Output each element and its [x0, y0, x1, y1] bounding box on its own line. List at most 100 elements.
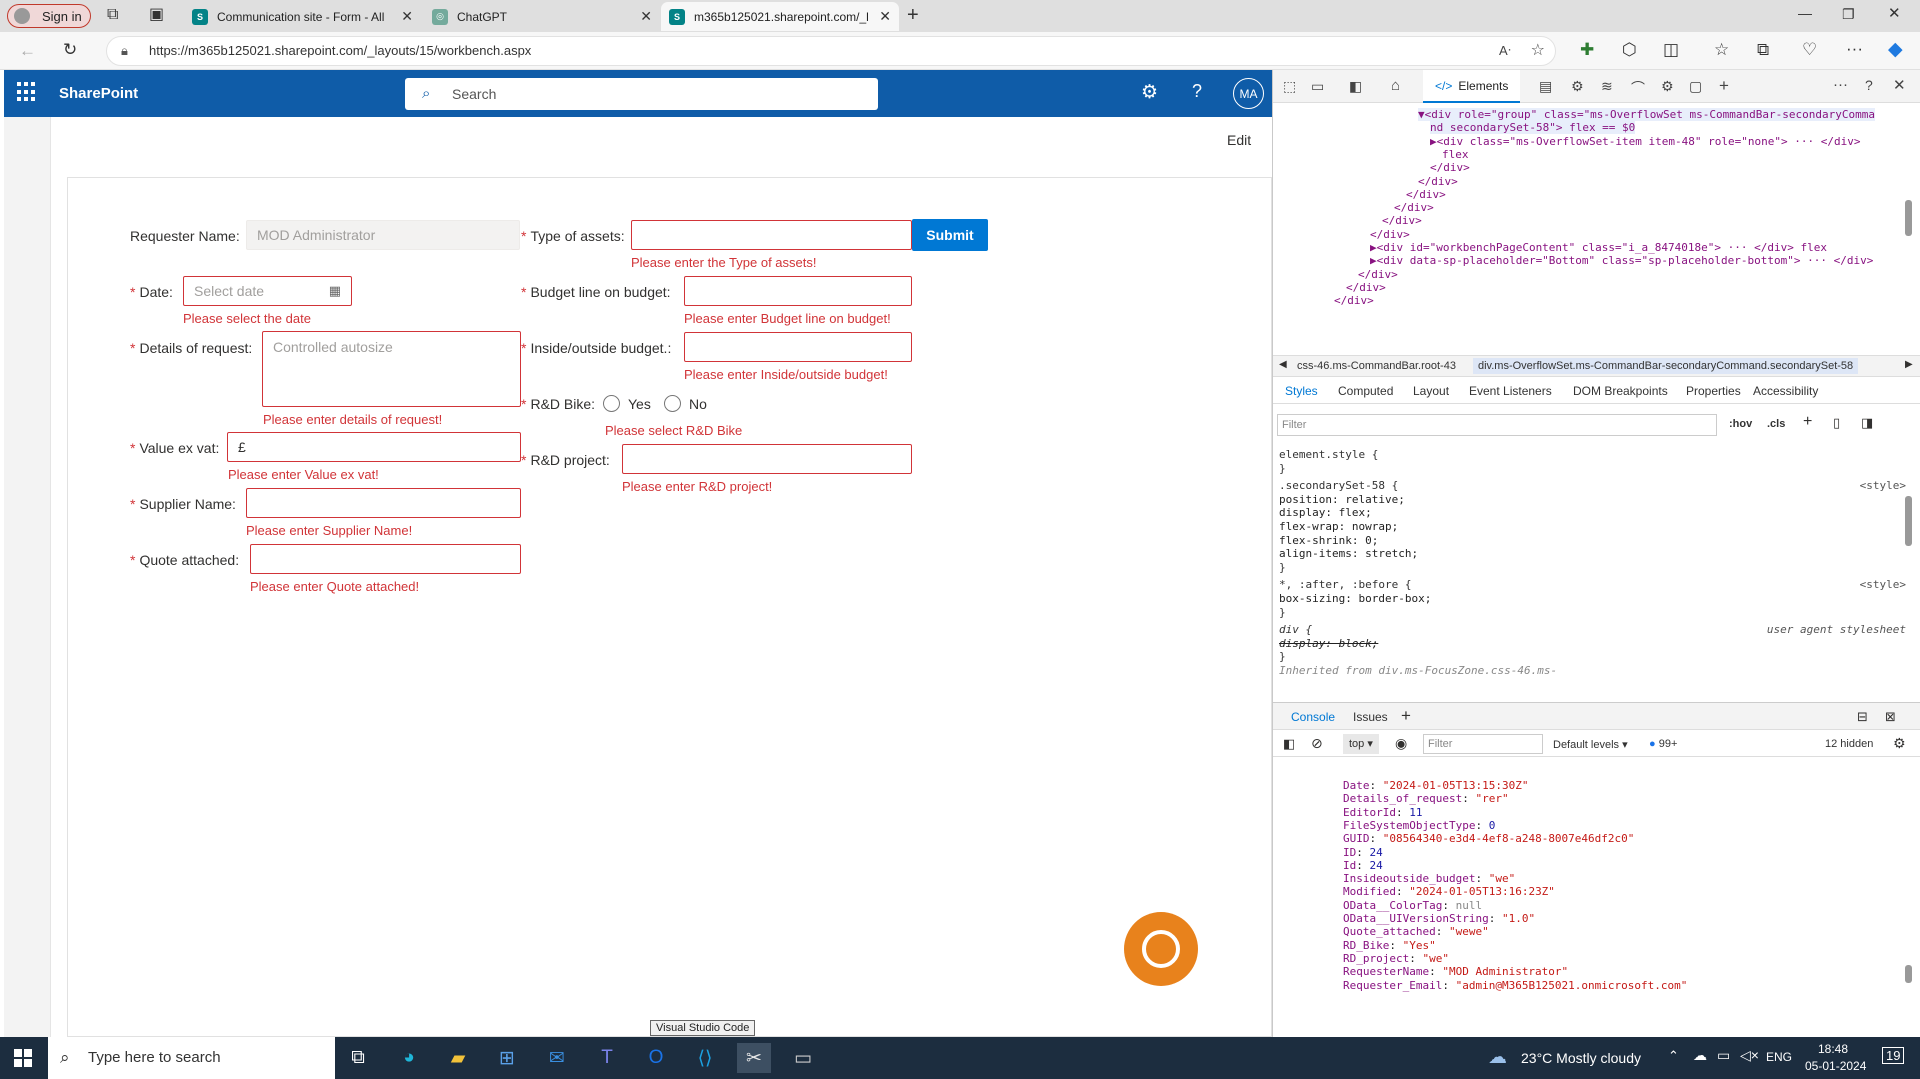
close-drawer-icon[interactable]: ⊠ [1885, 709, 1896, 725]
breadcrumb-right-icon[interactable]: ▶ [1905, 359, 1913, 370]
sharepoint-search-input[interactable]: ⌕ Search [405, 78, 878, 110]
url-bar[interactable]: 🔒︎ https://m365b125021.sharepoint.com/_l… [106, 36, 1556, 66]
extension-puzzle-icon[interactable]: ✚ [1580, 41, 1594, 58]
scrollbar-thumb[interactable] [1905, 496, 1912, 546]
style-rule-line[interactable]: element.style { [1279, 448, 1378, 461]
dom-node-line[interactable]: </div> [1394, 201, 1434, 214]
network-icon[interactable]: ▭ [1717, 1047, 1730, 1064]
welcome-home-icon[interactable]: ⌂ [1391, 77, 1400, 94]
tab-actions-icon[interactable]: ▣ [149, 7, 164, 23]
signin-button[interactable]: Sign in [7, 4, 91, 28]
devtools-menu-icon[interactable]: ··· [1833, 76, 1848, 93]
breadcrumb-item-selected[interactable]: div.ms-OverflowSet.ms-CommandBar-seconda… [1473, 358, 1859, 374]
settings-gear-icon[interactable]: ⚙ [1141, 81, 1158, 104]
tab-issues[interactable]: Issues [1353, 710, 1388, 724]
style-rule-line[interactable]: } [1279, 606, 1286, 619]
restore-icon[interactable]: ❐ [1842, 7, 1855, 21]
dom-node-line[interactable]: </div> [1382, 214, 1422, 227]
style-rule-line[interactable]: box-sizing: border-box; [1279, 592, 1431, 605]
style-rule-line[interactable]: display: flex; [1279, 506, 1372, 519]
snipping-tool-icon[interactable]: ✂ [737, 1043, 771, 1073]
network-icon[interactable]: ≋ [1601, 78, 1613, 95]
style-rule-line[interactable]: display: block; [1279, 637, 1378, 650]
workspaces-icon[interactable]: ⧉ [107, 7, 118, 23]
mail-icon[interactable]: ✉ [540, 1043, 574, 1073]
paint-icon[interactable]: ▯ [1833, 415, 1840, 431]
console-filter-input[interactable]: Filter [1423, 734, 1543, 754]
app-launcher-icon[interactable] [17, 82, 37, 102]
split-screen-icon[interactable]: ◫ [1663, 41, 1679, 58]
tab-workbench[interactable]: S m365b125021.sharepoint.com/_l ✕ [661, 2, 899, 31]
taskbar-search-box[interactable]: ⌕ Type here to search [48, 1037, 335, 1079]
scrollbar-thumb[interactable] [1905, 200, 1912, 236]
live-expression-icon[interactable]: ◉ [1395, 735, 1407, 752]
style-rule-line[interactable]: } [1279, 650, 1286, 663]
context-select[interactable]: top ▾ [1343, 734, 1379, 754]
vscode-icon[interactable]: ⟨⟩ [688, 1043, 722, 1073]
tab-dom-breakpoints[interactable]: DOM Breakpoints [1573, 384, 1668, 398]
tab-chatgpt[interactable]: ◎ ChatGPT ✕ [424, 2, 660, 31]
rdbike-yes-radio[interactable] [603, 395, 620, 412]
dock-drawer-icon[interactable]: ⊟ [1857, 709, 1868, 725]
cls-toggle[interactable]: .cls [1767, 418, 1785, 430]
tab-elements[interactable]: </> Elements [1423, 70, 1521, 103]
budget-input[interactable] [684, 276, 912, 306]
style-rule-line[interactable]: flex-wrap: nowrap; [1279, 520, 1398, 533]
details-textarea[interactable]: Controlled autosize [262, 331, 521, 407]
close-tab-icon[interactable]: ✕ [879, 8, 891, 25]
tab-computed[interactable]: Computed [1338, 384, 1393, 398]
tab-layout[interactable]: Layout [1413, 384, 1449, 398]
read-aloud-icon[interactable]: Aᐧ [1499, 37, 1511, 65]
style-rule-line[interactable]: } [1279, 561, 1286, 574]
console-settings-icon[interactable]: ⚙ [1893, 735, 1906, 752]
close-tab-icon[interactable]: ✕ [401, 8, 413, 25]
style-source-link[interactable]: <style> [1860, 479, 1906, 492]
quote-input[interactable] [250, 544, 521, 574]
sharepoint-title[interactable]: SharePoint [59, 85, 138, 102]
date-picker[interactable]: Select date ▦ [183, 276, 352, 306]
new-tab-icon[interactable]: + [907, 5, 919, 25]
minimize-icon[interactable]: — [1798, 6, 1812, 20]
language-indicator[interactable]: ENG [1766, 1050, 1792, 1064]
browser-essentials-icon[interactable]: ♡ [1802, 41, 1817, 58]
tab-communication-site[interactable]: S Communication site - Form - All ✕ [184, 2, 421, 31]
console-sidebar-icon[interactable]: ◧ [1283, 736, 1295, 752]
application-icon[interactable]: ▢ [1689, 78, 1702, 95]
dom-node-line[interactable]: </div> [1418, 175, 1458, 188]
sidebar-toggle-icon[interactable]: ◨ [1861, 415, 1873, 431]
tab-accessibility[interactable]: Accessibility [1753, 384, 1818, 398]
edit-button[interactable]: Edit [1227, 132, 1251, 148]
clear-console-icon[interactable]: ⊘ [1311, 735, 1323, 752]
new-rule-icon[interactable]: + [1803, 413, 1812, 431]
style-rule-line[interactable]: } [1279, 462, 1286, 475]
app-window-icon[interactable]: ▭ [786, 1043, 820, 1073]
chatbot-button[interactable] [1124, 912, 1198, 986]
clock-date[interactable]: 05-01-2024 [1805, 1059, 1866, 1073]
devtools-help-icon[interactable]: ? [1865, 77, 1873, 93]
style-rule-line[interactable]: position: relative; [1279, 493, 1405, 506]
clock-time[interactable]: 18:48 [1818, 1042, 1848, 1056]
style-rule-line[interactable]: align-items: stretch; [1279, 547, 1418, 560]
performance-icon[interactable]: ⌒ [1631, 78, 1645, 98]
avatar[interactable]: MA [1233, 78, 1264, 109]
weather-text[interactable]: 23°C Mostly cloudy [1521, 1050, 1641, 1066]
style-rule-line[interactable]: flex-shrink: 0; [1279, 534, 1378, 547]
style-rule-line[interactable]: .secondarySet-58 { [1279, 479, 1398, 492]
tab-event-listeners[interactable]: Event Listeners [1469, 384, 1552, 398]
start-windows-icon[interactable] [14, 1049, 32, 1067]
dom-node-line[interactable]: </div> [1370, 228, 1410, 241]
dock-icon[interactable]: ◧ [1349, 78, 1362, 95]
device-icon[interactable]: ▭ [1311, 78, 1324, 95]
rdproject-input[interactable] [622, 444, 912, 474]
copilot-icon[interactable]: ◆ [1888, 40, 1903, 59]
style-source-link[interactable]: user agent stylesheet [1767, 623, 1906, 636]
volume-icon[interactable]: ◁× [1740, 1047, 1759, 1064]
dom-node-line[interactable]: </div> [1430, 161, 1470, 174]
value-input[interactable]: £ [227, 432, 521, 462]
sources-icon[interactable]: ⚙ [1571, 78, 1584, 95]
dom-node-line[interactable]: </div> [1406, 188, 1446, 201]
issues-badge[interactable]: ● 99+ [1649, 738, 1677, 750]
log-levels-select[interactable]: Default levels ▾ [1553, 738, 1628, 751]
favorite-star-icon[interactable]: ☆ [1531, 37, 1545, 65]
collections-icon[interactable]: ⧉ [1757, 41, 1769, 58]
